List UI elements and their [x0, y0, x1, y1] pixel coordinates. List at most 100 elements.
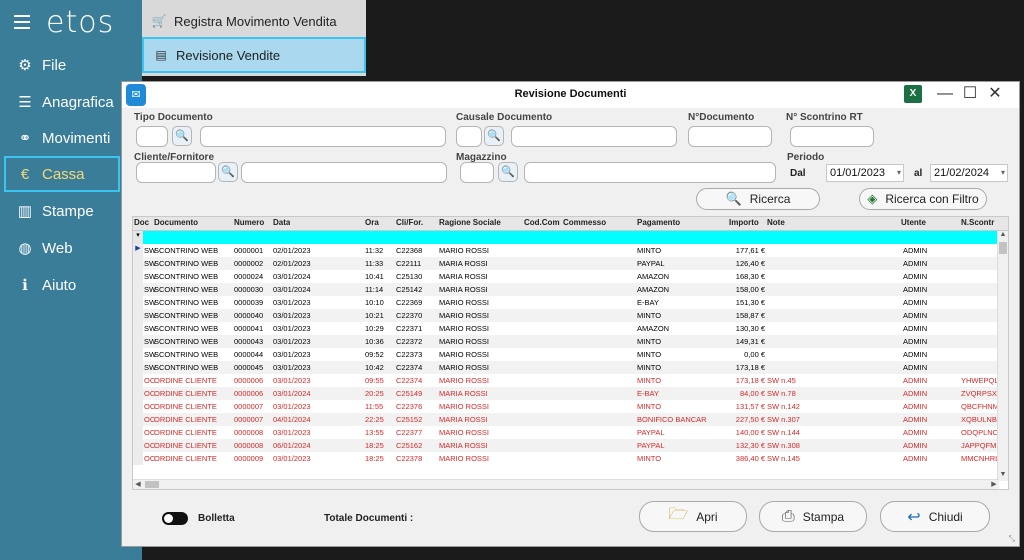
- excel-export-icon[interactable]: X: [904, 85, 922, 103]
- magazzino-search-icon[interactable]: 🔍: [498, 162, 518, 182]
- magazzino-code-input[interactable]: [460, 162, 494, 183]
- scroll-thumb[interactable]: [145, 481, 159, 488]
- bolletta-toggle[interactable]: [162, 512, 188, 525]
- hamburger-menu-icon[interactable]: [14, 15, 30, 29]
- table-cell: ADMIN: [903, 324, 928, 333]
- cliente-fornitore-code-input[interactable]: [136, 162, 216, 183]
- apri-button[interactable]: 🗁 Apri: [639, 501, 747, 532]
- table-cell: AMAZON: [637, 324, 670, 333]
- vertical-scrollbar[interactable]: ▲ ▼: [997, 231, 1008, 481]
- table-cell: 173,18 €: [735, 363, 765, 372]
- tipo-documento-search-icon[interactable]: 🔍: [172, 126, 192, 146]
- table-row[interactable]: OC ORDINE CLIENTE 0000009 03/01/2023 18:25 C2…: [133, 452, 999, 465]
- table-row[interactable]: SW SCONTRINO WEB 0000043 03/01/2023 10:36 C22…: [133, 335, 999, 348]
- table-row[interactable]: SW SCONTRINO WEB 0000002 02/01/2023 11:33 C22…: [133, 257, 999, 270]
- table-cell: 13:55: [365, 428, 384, 437]
- n-scontrino-input[interactable]: [790, 126, 874, 147]
- scroll-right-icon[interactable]: ▶: [989, 480, 999, 489]
- causale-documento-code-input[interactable]: [456, 126, 482, 147]
- table-row[interactable]: ▶ SW SCONTRINO WEB 0000001 02/01/2023 11:32 C2…: [133, 244, 999, 257]
- table-cell: 10:41: [365, 272, 384, 281]
- table-row[interactable]: OC ORDINE CLIENTE 0000008 06/01/2024 18:25 C2…: [133, 439, 999, 452]
- back-arrow-icon: ↩: [907, 508, 921, 526]
- table-row[interactable]: SW SCONTRINO WEB 0000039 03/01/2023 10:10 C22…: [133, 296, 999, 309]
- col-header[interactable]: Utente: [901, 218, 926, 227]
- table-cell: 03/01/2024: [273, 272, 311, 281]
- totale-documenti-label: Totale Documenti :: [324, 513, 414, 524]
- sidebar-item-file[interactable]: ⚙ File: [0, 47, 142, 83]
- table-cell: SCONTRINO WEB: [154, 350, 219, 359]
- sidebar-item-cassa[interactable]: € Cassa: [4, 156, 120, 192]
- col-header[interactable]: Doc: [134, 218, 149, 227]
- cliente-fornitore-search-icon[interactable]: 🔍: [218, 162, 238, 182]
- col-header[interactable]: Documento: [154, 218, 198, 227]
- filter-row-indicator-icon: ▾: [133, 231, 143, 244]
- grid-filter-row[interactable]: ▾: [133, 231, 999, 244]
- table-cell: E-BAY: [637, 389, 659, 398]
- col-header[interactable]: Ora: [365, 218, 379, 227]
- causale-documento-search-icon[interactable]: 🔍: [484, 126, 504, 146]
- scroll-thumb[interactable]: [999, 242, 1007, 254]
- resize-grip-icon[interactable]: ⤡: [1009, 534, 1015, 544]
- table-row[interactable]: SW SCONTRINO WEB 0000024 03/01/2024 10:41 C25…: [133, 270, 999, 283]
- chiudi-button[interactable]: ↩ Chiudi: [880, 501, 990, 532]
- table-row[interactable]: OC ORDINE CLIENTE 0000007 03/01/2023 11:55 C2…: [133, 400, 999, 413]
- scroll-down-icon[interactable]: ▼: [998, 471, 1008, 481]
- submenu-item-label: Revisione Vendite: [176, 47, 281, 63]
- close-window-button[interactable]: ✕: [985, 84, 1005, 104]
- row-indicator: [133, 322, 143, 335]
- table-cell: SCONTRINO WEB: [154, 285, 219, 294]
- table-cell: MINTO: [637, 246, 662, 255]
- table-row[interactable]: OC ORDINE CLIENTE 0000007 04/01/2024 22:25 C2…: [133, 413, 999, 426]
- table-cell: 0000002: [234, 259, 264, 268]
- tipo-documento-description-input[interactable]: [200, 126, 446, 147]
- submenu: 🛒 Registra Movimento Vendita ▤ Revisione…: [142, 0, 366, 76]
- col-header[interactable]: Ragione Sociale: [439, 218, 501, 227]
- col-header[interactable]: Note: [767, 218, 785, 227]
- stampa-button[interactable]: ⎙ Stampa: [759, 501, 867, 532]
- table-cell: 227,50 €: [735, 415, 765, 424]
- minimize-button[interactable]: —: [935, 84, 955, 104]
- table-row[interactable]: SW SCONTRINO WEB 0000040 03/01/2023 10:21 C22…: [133, 309, 999, 322]
- causale-documento-description-input[interactable]: [511, 126, 677, 147]
- submenu-item-revisione-vendite[interactable]: ▤ Revisione Vendite: [142, 37, 366, 73]
- table-cell: QBCFHNM: [961, 402, 999, 411]
- table-cell: SCONTRINO WEB: [154, 324, 219, 333]
- table-row[interactable]: OC ORDINE CLIENTE 0000008 03/01/2023 13:55 C2…: [133, 426, 999, 439]
- magazzino-description-input[interactable]: [524, 162, 776, 183]
- table-row[interactable]: SW SCONTRINO WEB 0000045 03/01/2023 10:42 C22…: [133, 361, 999, 374]
- submenu-item-registra-movimento[interactable]: 🛒 Registra Movimento Vendita: [142, 3, 366, 39]
- col-header[interactable]: Cod.Com: [524, 218, 560, 227]
- table-row[interactable]: SW SCONTRINO WEB 0000030 03/01/2024 11:14 C25…: [133, 283, 999, 296]
- horizontal-scrollbar[interactable]: ◀ ▶: [133, 479, 999, 489]
- table-row[interactable]: OC ORDINE CLIENTE 0000006 03/01/2023 09:55 C2…: [133, 374, 999, 387]
- dal-date-picker[interactable]: 01/01/2023 ▾: [826, 164, 904, 182]
- table-cell: SCONTRINO WEB: [154, 311, 219, 320]
- col-header[interactable]: Importo: [729, 218, 759, 227]
- table-cell: 158,87 €: [735, 311, 765, 320]
- table-cell: 10:36: [365, 337, 384, 346]
- table-row[interactable]: OC ORDINE CLIENTE 0000006 03/01/2024 20:25 C2…: [133, 387, 999, 400]
- scroll-up-icon[interactable]: ▲: [998, 231, 1008, 241]
- ricerca-button[interactable]: 🔍 Ricerca: [696, 188, 820, 210]
- table-row[interactable]: SW SCONTRINO WEB 0000044 03/01/2023 09:52 C22…: [133, 348, 999, 361]
- n-documento-input[interactable]: [688, 126, 772, 147]
- col-header[interactable]: Data: [273, 218, 290, 227]
- col-header[interactable]: Pagamento: [637, 218, 680, 227]
- col-header[interactable]: Numero: [234, 218, 264, 227]
- table-cell: E-BAY: [637, 298, 659, 307]
- current-row-arrow-icon: ▶: [133, 244, 143, 257]
- col-header[interactable]: Commesso: [563, 218, 606, 227]
- table-row[interactable]: SW SCONTRINO WEB 0000041 03/01/2023 10:29 C22…: [133, 322, 999, 335]
- table-cell: ORDINE CLIENTE: [154, 454, 217, 463]
- col-header[interactable]: Cli/For.: [396, 218, 423, 227]
- table-cell: MMCNHRL: [961, 454, 999, 463]
- scroll-left-icon[interactable]: ◀: [133, 480, 143, 489]
- ricerca-con-filtro-button[interactable]: ◈ Ricerca con Filtro: [859, 188, 987, 210]
- col-header[interactable]: N.Scontr: [961, 218, 999, 227]
- al-date-picker[interactable]: 21/02/2024 ▾: [930, 164, 1008, 182]
- cliente-fornitore-description-input[interactable]: [241, 162, 447, 183]
- tipo-documento-code-input[interactable]: [136, 126, 168, 147]
- maximize-button[interactable]: ☐: [960, 84, 980, 104]
- documents-grid: Doc Documento Numero Data Ora Cli/For. R…: [132, 216, 1009, 490]
